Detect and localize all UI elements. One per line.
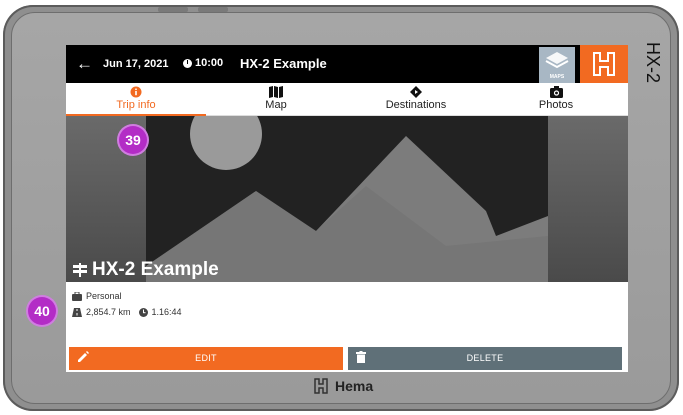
maps-button[interactable]: MAPS	[539, 47, 575, 83]
trip-time-group: 10:00	[183, 57, 223, 69]
tab-photos[interactable]: Photos	[486, 83, 626, 115]
hema-logo-icon	[593, 52, 615, 76]
back-button[interactable]: ←	[76, 54, 93, 74]
callout-badge-40: 40	[28, 297, 56, 325]
signpost-icon	[73, 263, 87, 277]
trip-time: 10:00	[195, 57, 224, 69]
image-placeholder-icon	[66, 116, 628, 282]
trip-distance: 2,854.7 km	[86, 307, 131, 317]
tab-destinations-label: Destinations	[385, 99, 447, 111]
edit-button[interactable]: EDIT	[69, 347, 343, 370]
device-model-label: HX-2	[643, 42, 663, 84]
trip-category-row: Personal	[72, 291, 182, 301]
directions-icon	[410, 86, 422, 98]
delete-button-label: DELETE	[466, 353, 504, 363]
tab-destinations[interactable]: Destinations	[346, 83, 486, 115]
trip-name: HX-2 Example	[92, 259, 219, 280]
tab-trip-info[interactable]: Trip info	[66, 83, 206, 116]
trip-date: Jun 17, 2021	[103, 58, 169, 70]
device-brand: Hema	[313, 378, 373, 394]
trip-details: Personal 2,854.7 km 1.16:44	[72, 291, 182, 323]
clock-icon	[138, 307, 148, 317]
trip-stats-row: 2,854.7 km 1.16:44	[72, 307, 182, 317]
clock-icon	[183, 58, 192, 68]
trip-duration: 1.16:44	[151, 307, 182, 317]
maps-button-label: MAPS	[549, 74, 565, 80]
tab-photos-label: Photos	[538, 99, 574, 111]
info-icon	[130, 86, 142, 98]
hema-logo-icon	[314, 378, 328, 394]
trip-hero-image: HX-2 Example	[66, 116, 628, 282]
tab-map[interactable]: Map	[206, 83, 346, 115]
app-screen: ← Jun 17, 2021 10:00 HX-2 Example MAPS T…	[66, 45, 628, 372]
tab-trip-info-label: Trip info	[116, 99, 156, 111]
action-bar: EDIT DELETE	[66, 347, 628, 370]
map-icon	[269, 86, 283, 98]
header-trip-title: HX-2 Example	[240, 56, 327, 71]
tab-map-label: Map	[265, 99, 287, 111]
edit-button-label: EDIT	[195, 353, 217, 363]
brand-name: Hema	[335, 378, 374, 394]
tab-bar: Trip info Map Destinations Photos	[66, 83, 628, 116]
delete-button[interactable]: DELETE	[348, 347, 622, 370]
camera-icon	[549, 86, 563, 98]
briefcase-icon	[72, 291, 82, 301]
trip-name-heading: HX-2 Example	[72, 259, 219, 281]
callout-badge-39: 39	[119, 126, 147, 154]
road-icon	[72, 307, 82, 317]
layers-icon	[545, 52, 569, 69]
hema-logo-button[interactable]	[580, 45, 628, 83]
trip-category: Personal	[86, 291, 122, 301]
top-bar: ← Jun 17, 2021 10:00 HX-2 Example MAPS	[66, 45, 628, 83]
